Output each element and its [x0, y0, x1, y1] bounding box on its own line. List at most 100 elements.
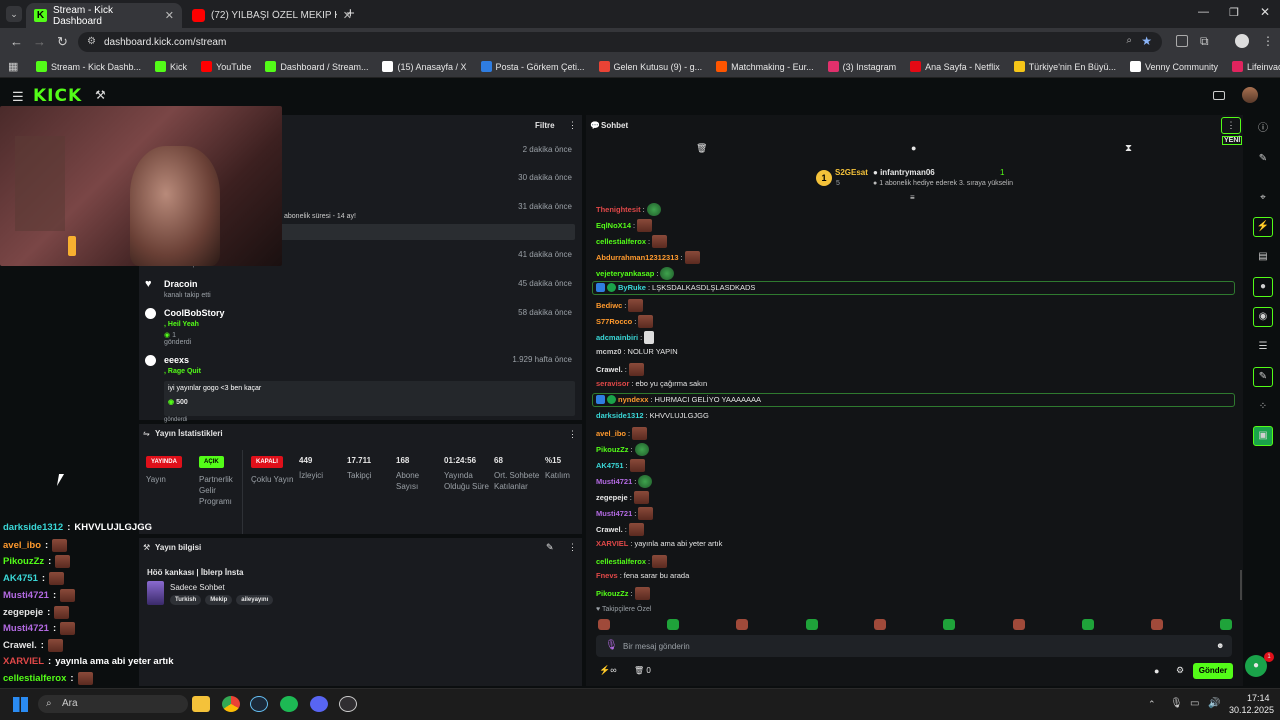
bookmark-item[interactable]: Posta - Görkem Çeti... — [480, 61, 585, 72]
address-bar[interactable]: ⚙ dashboard.kick.com/stream ⌕ ★ — [78, 32, 1162, 52]
bookmark-item[interactable]: YouTube — [201, 61, 251, 72]
bookmark-item[interactable]: Türkiye'nin En Büyü... — [1013, 61, 1116, 72]
reload-icon[interactable]: ↻ — [57, 34, 68, 50]
back-icon[interactable]: ← — [10, 34, 23, 49]
mode-toggle-icon[interactable] — [1213, 91, 1225, 100]
pencil-icon[interactable]: ✎ — [1256, 152, 1270, 166]
scrollbar[interactable] — [1240, 570, 1242, 600]
emote-icon[interactable] — [1220, 619, 1232, 630]
chat-username[interactable]: Abdurrahman12312313 — [596, 253, 679, 262]
bookmark-item[interactable]: (15) Anasayfa / X — [382, 61, 467, 72]
tab-youtube[interactable]: (72) YILBAŞI ÖZEL MEKİP KOMİ ✕ — [184, 3, 360, 28]
close-window-button[interactable]: ✕ — [1260, 5, 1270, 19]
discord-icon[interactable] — [310, 696, 328, 712]
chat-bubble-icon[interactable]: ● — [1154, 666, 1159, 676]
chat-menu-button[interactable]: ⋮ — [1221, 117, 1241, 134]
chat-username[interactable]: Crawel. — [596, 365, 623, 374]
bookmark-item[interactable]: Stream - Kick Dashb... — [36, 61, 141, 72]
chat-username[interactable]: AK4751 — [596, 461, 624, 470]
more-options-icon[interactable]: ⋮ — [568, 429, 577, 440]
bookmark-item[interactable]: Kick — [155, 61, 187, 72]
broadcast-icon[interactable]: ◉ — [1253, 307, 1273, 327]
extension-icon[interactable] — [1176, 35, 1188, 47]
chat-username[interactable]: cellestialferox — [596, 557, 646, 566]
extensions-puzzle-icon[interactable]: ⧉ — [1200, 34, 1209, 49]
bookmark-item[interactable]: Dashboard / Stream... — [265, 61, 368, 72]
kick-logo[interactable]: KICK — [33, 86, 82, 106]
hamburger-menu-icon[interactable]: ☰ — [12, 89, 24, 105]
clock-date[interactable]: 30.12.2025 — [1229, 705, 1274, 715]
bookmark-star-icon[interactable]: ★ — [1141, 34, 1152, 48]
chat-username[interactable]: EqlNoX14 — [596, 221, 631, 230]
layers-icon[interactable]: ☰ — [1256, 340, 1270, 354]
windows-start-icon[interactable] — [13, 697, 28, 712]
nodes-icon[interactable]: ⁘ — [1256, 400, 1270, 414]
tag-pill[interactable]: aileyayını — [236, 595, 274, 605]
new-tab-button[interactable]: + — [346, 5, 355, 22]
emote-icon[interactable] — [806, 619, 818, 630]
file-explorer-icon[interactable] — [192, 696, 210, 712]
emote-icon[interactable] — [598, 619, 610, 630]
more-options-icon[interactable]: ⋮ — [568, 542, 577, 553]
tab-kick-dashboard[interactable]: K Stream - Kick Dashboard ✕ — [26, 3, 182, 28]
chat-username[interactable]: mcmz0 — [596, 347, 621, 356]
emote-icon[interactable] — [736, 619, 748, 630]
chat-username[interactable]: vejeteryankasap — [596, 269, 654, 278]
tag-pill[interactable]: Mekip — [205, 595, 233, 605]
emoji-icon[interactable]: ☻ — [1216, 641, 1224, 650]
emote-icon[interactable] — [1151, 619, 1163, 630]
chat-username[interactable]: Musti4721 — [596, 509, 632, 518]
tag-pill[interactable]: Turkish — [170, 595, 202, 605]
spotify-icon[interactable] — [280, 696, 298, 712]
activity-username[interactable]: CoolBobStory — [164, 308, 578, 318]
minimize-button[interactable]: — — [1198, 6, 1209, 18]
edit-pencil-icon[interactable]: ✎ — [546, 542, 554, 553]
chat-username[interactable]: PikouzZz — [596, 445, 629, 454]
emote-icon[interactable] — [667, 619, 679, 630]
chat-username[interactable]: seravisor — [596, 379, 629, 388]
chat-username[interactable]: PikouzZz — [596, 589, 629, 598]
creator-hammer-icon[interactable]: ⚒ — [95, 88, 106, 102]
more-options-icon[interactable]: ⋮ — [568, 120, 577, 131]
chat-username[interactable]: nyndexx — [618, 395, 648, 404]
emote-icon[interactable] — [1013, 619, 1025, 630]
emote-icon[interactable] — [943, 619, 955, 630]
activity-username[interactable]: Dracoin — [164, 279, 578, 289]
chat-username[interactable]: Crawel. — [596, 525, 623, 534]
close-icon[interactable]: ✕ — [165, 9, 174, 22]
filter-button[interactable]: Filtre — [535, 121, 555, 130]
profile-avatar[interactable] — [1235, 34, 1249, 48]
expand-icon[interactable]: ≡ — [910, 193, 915, 202]
chat-bubble-toggle-icon[interactable]: ● — [911, 143, 916, 153]
chat-input[interactable] — [596, 635, 1232, 657]
category-name[interactable]: Sadece Sohbet — [170, 583, 225, 592]
clock-time[interactable]: 17:14 — [1247, 693, 1270, 703]
bookmark-item[interactable]: Matchmaking - Eur... — [716, 61, 814, 72]
bookmark-item[interactable]: Venny Community — [1129, 61, 1218, 72]
zoom-icon[interactable]: ⌕ — [1126, 35, 1132, 46]
bookmark-item[interactable]: (3) Instagram — [827, 61, 896, 72]
obs-icon[interactable] — [339, 696, 357, 712]
settings-gear-icon[interactable]: ⚙ — [1176, 665, 1184, 676]
forward-icon[interactable]: → — [33, 34, 46, 49]
bookmark-item[interactable]: Lifeinvader - VennyV — [1232, 61, 1280, 72]
chat-username[interactable]: avel_ibo — [596, 429, 626, 438]
lightning-icon[interactable]: ⚡ — [1253, 217, 1273, 237]
emote-icon[interactable] — [1082, 619, 1094, 630]
network-icon[interactable]: ▭ — [1190, 698, 1199, 709]
chat-username[interactable]: cellestialferox — [596, 237, 646, 246]
target-icon[interactable]: ⌖ — [1256, 191, 1270, 205]
bookmark-item[interactable]: Ana Sayfa - Netflix — [910, 61, 1000, 72]
browser-menu-icon[interactable]: ⋮ — [1262, 34, 1274, 48]
taskbar-search[interactable]: ⌕ Ara — [38, 695, 188, 713]
steam-icon[interactable] — [250, 696, 268, 712]
info-icon[interactable]: ⓘ — [1256, 122, 1270, 136]
chat-icon[interactable]: ● — [1253, 277, 1273, 297]
apps-grid-icon[interactable]: ▦ — [8, 60, 18, 73]
clipboard-icon[interactable]: ▤ — [1256, 250, 1270, 264]
chat-username[interactable]: Bediwc — [596, 301, 622, 310]
chat-username[interactable]: Musti4721 — [596, 477, 632, 486]
site-info-icon[interactable]: ⚙ — [87, 36, 96, 47]
top-gifter-name[interactable]: S2GEsat — [835, 168, 868, 177]
emote-icon[interactable] — [874, 619, 886, 630]
